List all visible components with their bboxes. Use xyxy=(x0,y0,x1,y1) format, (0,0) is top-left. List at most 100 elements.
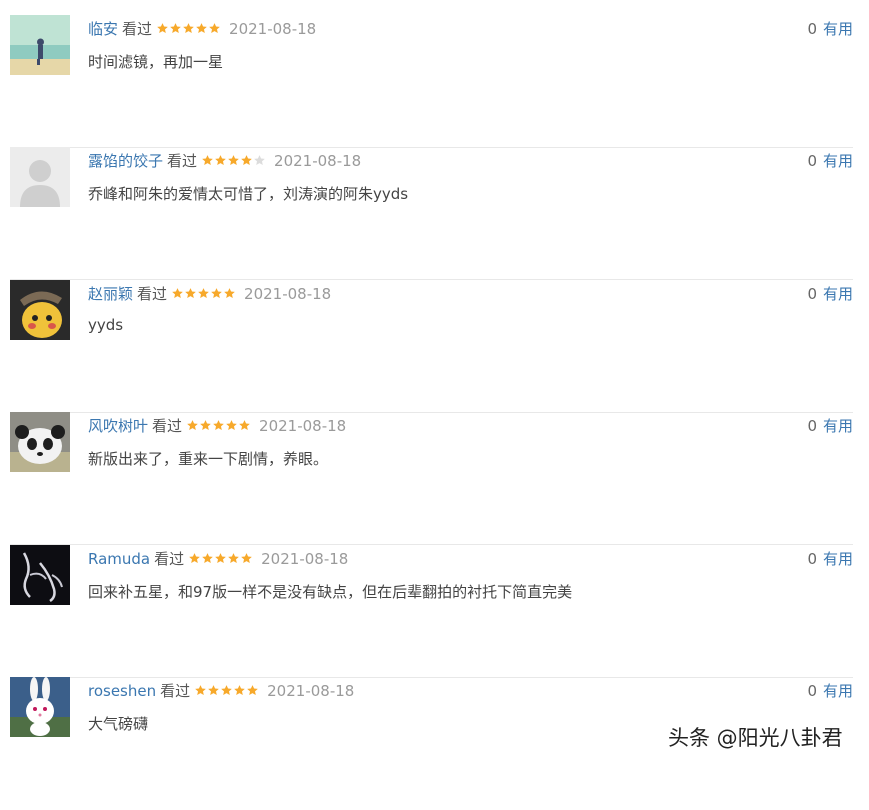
watched-status: 看过 xyxy=(122,20,153,38)
star-filled-icon xyxy=(221,685,232,696)
review-item: 赵丽颖 看过 2021-08-18 yyds 0 有用 xyxy=(10,280,853,413)
star-filled-icon xyxy=(198,288,209,299)
useful-count: 0 xyxy=(807,285,817,303)
review-comment: 回来补五星，和97版一样不是没有缺点，但在后辈翻拍的衬托下简直完美 xyxy=(88,583,573,601)
useful-button[interactable]: 有用 xyxy=(823,285,853,303)
vote-area: 0 有用 xyxy=(807,548,853,570)
star-filled-icon xyxy=(241,155,252,166)
star-filled-icon xyxy=(213,420,224,431)
avatar[interactable] xyxy=(10,677,70,737)
review-date: 2021-08-18 xyxy=(244,285,332,303)
review-item: 风吹树叶 看过 2021-08-18 新版出来了，重来一下剧情，养眼。 0 有用 xyxy=(10,412,853,545)
star-filled-icon xyxy=(228,155,239,166)
panda-avatar-image xyxy=(10,412,70,472)
useful-button[interactable]: 有用 xyxy=(823,682,853,700)
username-link[interactable]: 风吹树叶 xyxy=(88,417,148,435)
useful-count: 0 xyxy=(807,682,817,700)
star-filled-icon xyxy=(247,685,258,696)
useful-button[interactable]: 有用 xyxy=(823,20,853,38)
useful-count: 0 xyxy=(807,417,817,435)
star-filled-icon xyxy=(239,420,250,431)
review-comment: 乔峰和阿朱的爱情太可惜了，刘涛演的阿朱yyds xyxy=(88,185,409,203)
vote-area: 0 有用 xyxy=(807,415,853,437)
review-date: 2021-08-18 xyxy=(229,20,317,38)
watermark-text: 头条 @阳光八卦君 xyxy=(668,726,843,750)
avatar[interactable] xyxy=(10,412,70,472)
star-filled-icon xyxy=(157,23,168,34)
review-item: 露馅的饺子 看过 2021-08-18 乔峰和阿朱的爱情太可惜了，刘涛演的阿朱yyd… xyxy=(10,147,853,280)
vote-area: 0 有用 xyxy=(807,18,853,40)
rating-stars xyxy=(171,282,236,304)
avatar[interactable] xyxy=(10,15,70,75)
rating-stars xyxy=(194,679,259,701)
review-comment: 新版出来了，重来一下剧情，养眼。 xyxy=(88,450,329,468)
star-empty-icon xyxy=(254,155,265,166)
watched-status: 看过 xyxy=(137,285,168,303)
rating-stars xyxy=(156,17,221,39)
avatar[interactable] xyxy=(10,147,70,207)
review-comment: 时间滤镜，再加一星 xyxy=(88,53,224,71)
useful-count: 0 xyxy=(807,20,817,38)
star-filled-icon xyxy=(200,420,211,431)
rating-stars xyxy=(201,149,266,171)
username-link[interactable]: roseshen xyxy=(88,682,156,700)
avatar[interactable] xyxy=(10,545,70,605)
review-date: 2021-08-18 xyxy=(261,550,349,568)
useful-count: 0 xyxy=(807,550,817,568)
review-header: roseshen 看过 2021-08-18 xyxy=(88,680,354,702)
review-comment: 大气磅礴 xyxy=(88,715,149,733)
vote-area: 0 有用 xyxy=(807,283,853,305)
star-filled-icon xyxy=(209,23,220,34)
review-header: 赵丽颖 看过 2021-08-18 xyxy=(88,283,331,305)
star-filled-icon xyxy=(187,420,198,431)
star-filled-icon xyxy=(208,685,219,696)
review-date: 2021-08-18 xyxy=(259,417,347,435)
review-header: 风吹树叶 看过 2021-08-18 xyxy=(88,415,346,437)
vote-area: 0 有用 xyxy=(807,680,853,702)
review-header: Ramuda 看过 2021-08-18 xyxy=(88,548,348,570)
beach-figure-avatar-image xyxy=(10,15,70,75)
star-filled-icon xyxy=(234,685,245,696)
review-date: 2021-08-18 xyxy=(267,682,355,700)
star-filled-icon xyxy=(228,553,239,564)
star-filled-icon xyxy=(170,23,181,34)
review-header: 临安 看过 2021-08-18 xyxy=(88,18,316,40)
useful-count: 0 xyxy=(807,152,817,170)
username-link[interactable]: 临安 xyxy=(88,20,118,38)
username-link[interactable]: 赵丽颖 xyxy=(88,285,133,303)
star-filled-icon xyxy=(196,23,207,34)
star-filled-icon xyxy=(226,420,237,431)
hands-avatar-image xyxy=(10,545,70,605)
useful-button[interactable]: 有用 xyxy=(823,152,853,170)
watched-status: 看过 xyxy=(160,682,191,700)
rating-stars xyxy=(186,414,251,436)
review-item: Ramuda 看过 2021-08-18 回来补五星，和97版一样不是没有缺点，但在… xyxy=(10,545,853,678)
username-link[interactable]: 露馅的饺子 xyxy=(88,152,163,170)
star-filled-icon xyxy=(215,553,226,564)
bunny-avatar-image xyxy=(10,677,70,737)
watched-status: 看过 xyxy=(154,550,185,568)
pikachu-detective-avatar-image xyxy=(10,280,70,340)
star-filled-icon xyxy=(189,553,200,564)
useful-button[interactable]: 有用 xyxy=(823,550,853,568)
vote-area: 0 有用 xyxy=(807,150,853,172)
review-item: 临安 看过 2021-08-18 时间滤镜，再加一星 0 有用 xyxy=(10,15,853,148)
default-person-avatar-image xyxy=(10,147,70,207)
avatar[interactable] xyxy=(10,280,70,340)
star-filled-icon xyxy=(183,23,194,34)
star-filled-icon xyxy=(202,155,213,166)
star-filled-icon xyxy=(185,288,196,299)
star-filled-icon xyxy=(241,553,252,564)
star-filled-icon xyxy=(215,155,226,166)
star-filled-icon xyxy=(211,288,222,299)
star-filled-icon xyxy=(224,288,235,299)
watched-status: 看过 xyxy=(152,417,183,435)
watched-status: 看过 xyxy=(167,152,198,170)
review-comment: yyds xyxy=(88,316,124,334)
review-date: 2021-08-18 xyxy=(274,152,362,170)
star-filled-icon xyxy=(172,288,183,299)
star-filled-icon xyxy=(202,553,213,564)
rating-stars xyxy=(188,547,253,569)
username-link[interactable]: Ramuda xyxy=(88,550,150,568)
useful-button[interactable]: 有用 xyxy=(823,417,853,435)
